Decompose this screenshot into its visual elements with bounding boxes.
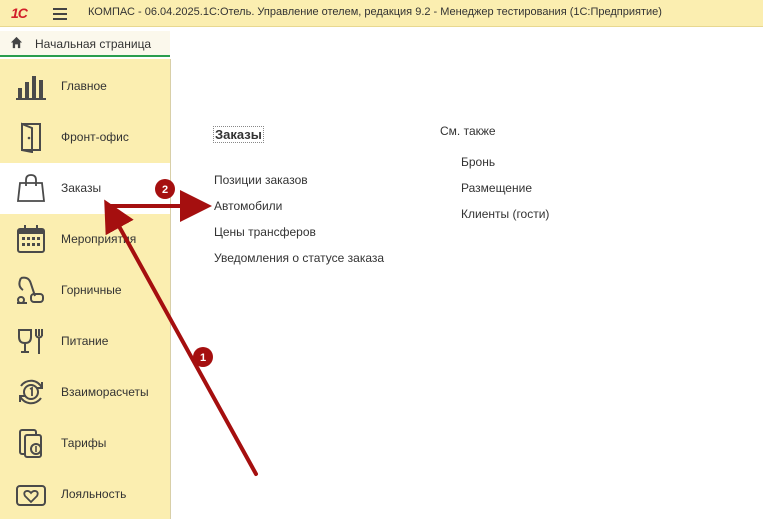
sidebar-item-label: Мероприятия: [61, 232, 137, 246]
tab-home-label: Начальная страница: [35, 37, 152, 51]
link-order-status-notifications[interactable]: Уведомления о статусе заказа: [214, 251, 384, 265]
link-clients[interactable]: Клиенты (гости): [461, 207, 549, 221]
title-bar: 1С КОМПАС - 06.04.2025.1С:Отель. Управле…: [0, 0, 763, 27]
link-accommodation[interactable]: Размещение: [461, 181, 532, 195]
link-order-items[interactable]: Позиции заказов: [214, 173, 308, 187]
app-logo: 1С: [11, 5, 28, 21]
sidebar-item-front-office[interactable]: Фронт-офис: [0, 112, 170, 163]
door-icon: [21, 122, 41, 153]
sidebar: Главное Фронт-офис Заказы Мероприятия Го…: [0, 59, 171, 519]
sidebar-item-food[interactable]: Питание: [0, 316, 170, 367]
shopping-bag-icon: [16, 174, 46, 202]
heart-card-icon: [16, 485, 46, 506]
menu-icon[interactable]: [53, 8, 67, 20]
sidebar-item-main[interactable]: Главное: [0, 61, 170, 112]
see-also-title: См. также: [440, 124, 496, 138]
sidebar-item-housekeeping[interactable]: Горничные: [0, 265, 170, 316]
section-title: Заказы: [213, 126, 264, 143]
settlement-icon: [19, 379, 43, 405]
tab-strip: Начальная страница: [0, 27, 763, 59]
sidebar-item-label: Главное: [61, 79, 107, 93]
cup-fork-icon: [18, 329, 43, 354]
window-title: КОМПАС - 06.04.2025.1С:Отель. Управление…: [88, 6, 662, 18]
link-transfer-prices[interactable]: Цены трансферов: [214, 225, 316, 239]
sidebar-item-orders[interactable]: Заказы: [0, 163, 170, 214]
tariff-icon: [19, 429, 42, 458]
home-icon: [10, 36, 23, 49]
sidebar-item-settlements[interactable]: Взаиморасчеты: [0, 367, 170, 418]
sidebar-item-label: Фронт-офис: [61, 130, 129, 144]
sidebar-item-label: Заказы: [61, 181, 102, 195]
link-booking[interactable]: Бронь: [461, 155, 495, 169]
vacuum-icon: [17, 276, 44, 304]
tab-home[interactable]: Начальная страница: [0, 31, 170, 57]
sidebar-item-label: Тарифы: [61, 436, 107, 450]
link-cars[interactable]: Автомобили: [214, 199, 282, 213]
bar-chart-icon: [16, 76, 46, 100]
sidebar-item-label: Горничные: [61, 283, 122, 297]
sidebar-item-events[interactable]: Мероприятия: [0, 214, 170, 265]
sidebar-item-tariffs[interactable]: Тарифы: [0, 418, 170, 469]
calendar-icon: [17, 225, 45, 253]
sidebar-item-label: Взаиморасчеты: [61, 385, 149, 399]
sidebar-item-label: Лояльность: [61, 487, 127, 501]
sidebar-item-loyalty[interactable]: Лояльность: [0, 469, 170, 519]
main-content: Заказы Позиции заказов Автомобили Цены т…: [171, 59, 763, 519]
sidebar-item-label: Питание: [61, 334, 109, 348]
